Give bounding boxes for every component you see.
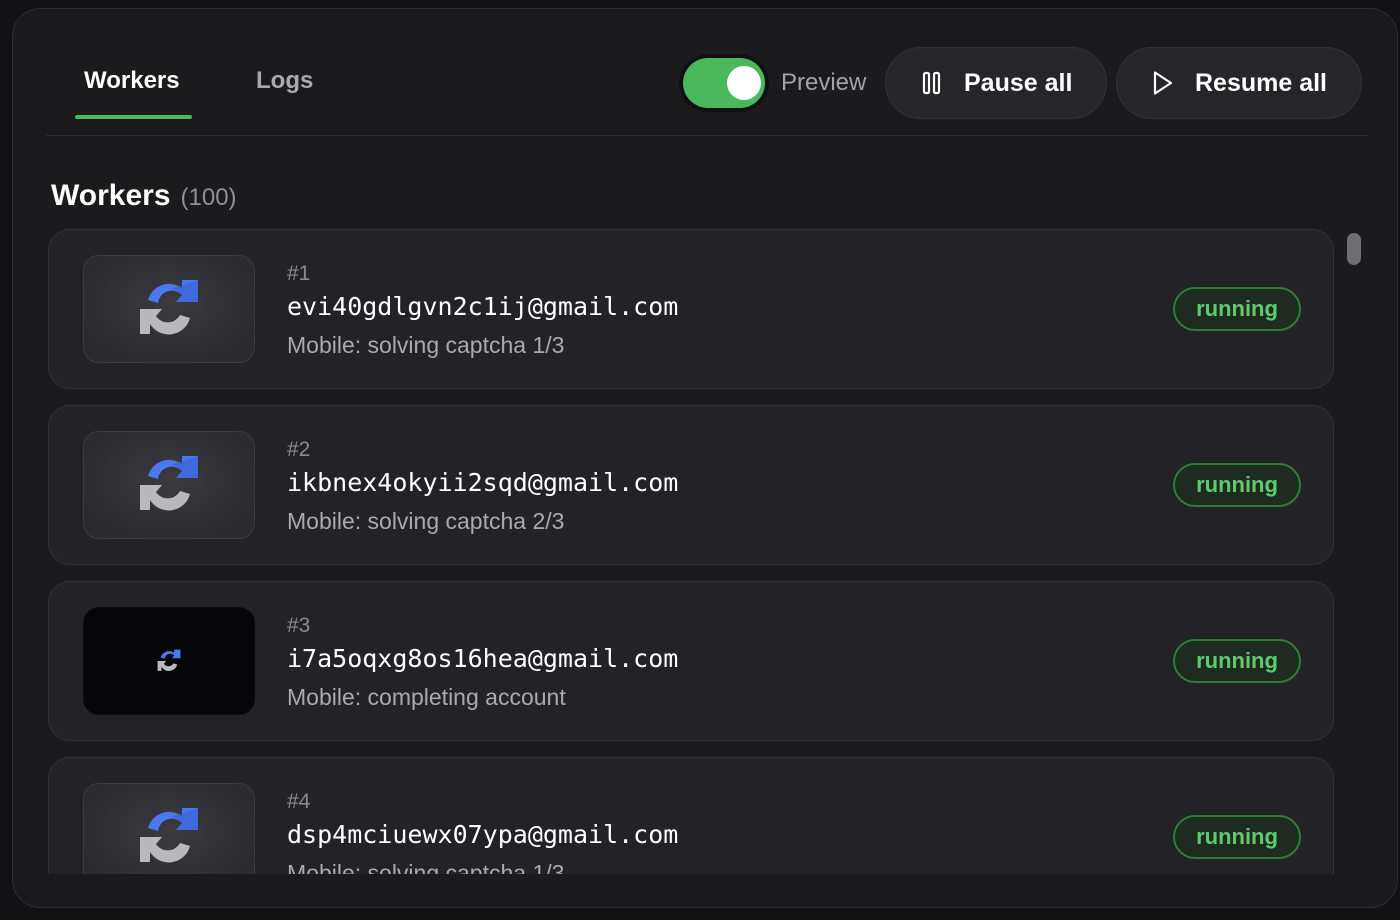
list-scrollbar-thumb[interactable] [1347, 233, 1361, 265]
worker-preview-thumbnail[interactable] [83, 607, 255, 715]
recaptcha-logo-icon [157, 649, 181, 672]
toggle-knob [727, 66, 761, 100]
pause-all-label: Pause all [964, 68, 1073, 97]
worker-preview-thumbnail[interactable] [83, 431, 255, 539]
preview-label: Preview [781, 69, 867, 96]
worker-card[interactable]: #3 i7a5oqxg8os16hea@gmail.com Mobile: co… [48, 581, 1334, 741]
worker-count: (100) [180, 184, 237, 211]
play-icon [1151, 70, 1175, 96]
workers-panel: Workers Logs Preview Pause all Resume al… [12, 8, 1398, 908]
worker-number: #3 [287, 614, 311, 637]
status-badge: running [1173, 287, 1301, 331]
resume-all-label: Resume all [1195, 68, 1328, 97]
worker-email: i7a5oqxg8os16hea@gmail.com [287, 644, 679, 673]
worker-status-text: Mobile: solving captcha 1/3 [287, 860, 565, 874]
worker-number: #1 [287, 262, 311, 285]
worker-preview-thumbnail[interactable] [83, 783, 255, 874]
resume-all-button[interactable]: Resume all [1116, 47, 1362, 119]
worker-email: ikbnex4okyii2sqd@gmail.com [287, 468, 679, 497]
status-badge: running [1173, 815, 1301, 859]
worker-list[interactable]: #1 evi40gdlgvn2c1ij@gmail.com Mobile: so… [48, 229, 1338, 874]
section-title: Workers (100) [51, 179, 237, 213]
status-badge: running [1173, 463, 1301, 507]
recaptcha-logo-icon [140, 456, 198, 511]
active-tab-indicator [75, 115, 192, 119]
section-title-text: Workers [51, 179, 171, 212]
panel-header: Workers Logs Preview Pause all Resume al… [46, 9, 1367, 136]
worker-preview-thumbnail[interactable] [83, 255, 255, 363]
worker-number: #4 [287, 790, 311, 813]
tab-workers[interactable]: Workers [84, 67, 180, 95]
preview-toggle[interactable] [679, 54, 769, 112]
pause-icon [920, 70, 944, 96]
worker-status-text: Mobile: completing account [287, 684, 566, 710]
recaptcha-logo-icon [140, 808, 198, 863]
recaptcha-logo-icon [140, 280, 198, 335]
worker-card[interactable]: #4 dsp4mciuewx07ypa@gmail.com Mobile: so… [48, 757, 1334, 874]
toggle-track [683, 58, 765, 108]
worker-card[interactable]: #2 ikbnex4okyii2sqd@gmail.com Mobile: so… [48, 405, 1334, 565]
tab-logs[interactable]: Logs [256, 67, 313, 95]
worker-card[interactable]: #1 evi40gdlgvn2c1ij@gmail.com Mobile: so… [48, 229, 1334, 389]
pause-all-button[interactable]: Pause all [885, 47, 1107, 119]
worker-status-text: Mobile: solving captcha 2/3 [287, 508, 565, 534]
worker-email: dsp4mciuewx07ypa@gmail.com [287, 820, 679, 849]
worker-status-text: Mobile: solving captcha 1/3 [287, 332, 565, 358]
worker-number: #2 [287, 438, 311, 461]
worker-email: evi40gdlgvn2c1ij@gmail.com [287, 292, 679, 321]
status-badge: running [1173, 639, 1301, 683]
